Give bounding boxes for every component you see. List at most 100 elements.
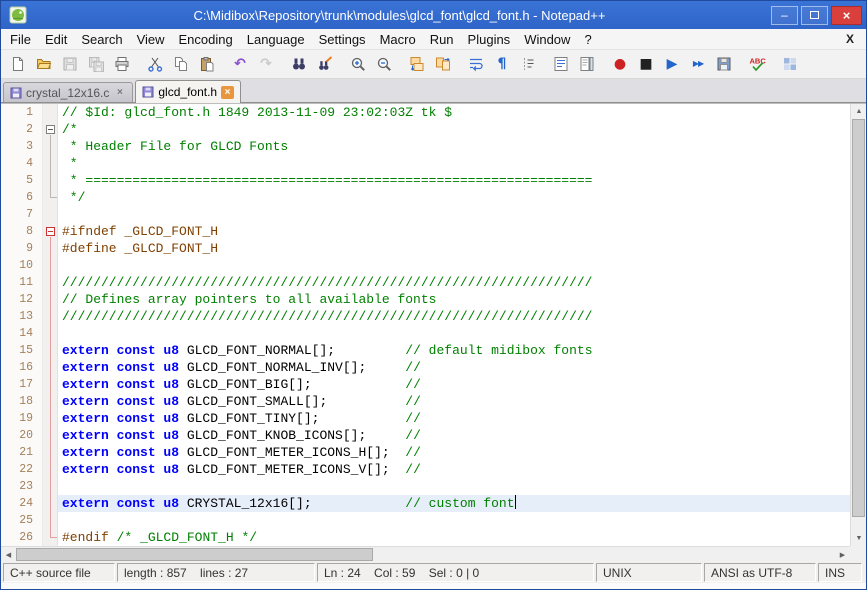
code-text[interactable]: extern const u8 GLCD_FONT_TINY[]; // bbox=[58, 410, 850, 427]
tab-crystal-12x16-c[interactable]: crystal_12x16.c× bbox=[3, 82, 133, 102]
line-number[interactable]: 18 bbox=[1, 393, 43, 410]
scroll-up-button[interactable]: ▲ bbox=[851, 104, 866, 119]
code-text[interactable]: * Header File for GLCD Fonts bbox=[58, 138, 850, 155]
scroll-left-button[interactable]: ◀ bbox=[1, 547, 16, 562]
code-text[interactable]: extern const u8 GLCD_FONT_SMALL[]; // bbox=[58, 393, 850, 410]
menu-item-file[interactable]: File bbox=[3, 29, 38, 49]
line-number[interactable]: 7 bbox=[1, 206, 43, 223]
line-number[interactable]: 23 bbox=[1, 478, 43, 495]
line-number[interactable]: 8 bbox=[1, 223, 43, 240]
line-number[interactable]: 5 bbox=[1, 172, 43, 189]
toolbar-playback-macro-button[interactable]: ▶ bbox=[660, 52, 684, 76]
toolbar-paste-button[interactable] bbox=[195, 52, 219, 76]
tab-glcd-font-h[interactable]: glcd_font.h× bbox=[135, 80, 241, 103]
tab-close-icon[interactable]: × bbox=[221, 86, 234, 99]
menu-item-macro[interactable]: Macro bbox=[373, 29, 423, 49]
code-text[interactable]: // Defines array pointers to all availab… bbox=[58, 291, 850, 308]
fold-toggle-icon[interactable] bbox=[43, 223, 58, 240]
line-number[interactable]: 13 bbox=[1, 308, 43, 325]
code-text[interactable]: #ifndef _GLCD_FONT_H bbox=[58, 223, 850, 240]
menu-item-window[interactable]: Window bbox=[517, 29, 577, 49]
line-number[interactable]: 2 bbox=[1, 121, 43, 138]
line-number[interactable]: 20 bbox=[1, 427, 43, 444]
vertical-scrollbar-thumb[interactable] bbox=[852, 119, 865, 517]
code-text[interactable] bbox=[58, 325, 850, 342]
line-number[interactable]: 22 bbox=[1, 461, 43, 478]
toolbar-show-all-characters-button[interactable]: ¶ bbox=[490, 52, 514, 76]
toolbar-start-recording-button[interactable]: ● bbox=[608, 52, 632, 76]
code-text[interactable]: #define _GLCD_FONT_H bbox=[58, 240, 850, 257]
code-text[interactable]: // $Id: glcd_font.h 1849 2013-11-09 23:0… bbox=[58, 104, 850, 121]
title-bar[interactable]: C:\Midibox\Repository\trunk\modules\glcd… bbox=[1, 1, 866, 29]
code-text[interactable]: extern const u8 GLCD_FONT_KNOB_ICONS[]; … bbox=[58, 427, 850, 444]
fold-toggle-icon[interactable] bbox=[43, 121, 58, 138]
toolbar-undo-button[interactable]: ↶ bbox=[228, 52, 252, 76]
line-number[interactable]: 14 bbox=[1, 325, 43, 342]
toolbar-run-macro-multiple-times-button[interactable]: ▶▶ bbox=[686, 52, 710, 76]
code-text[interactable]: * bbox=[58, 155, 850, 172]
code-text[interactable]: extern const u8 GLCD_FONT_NORMAL[]; // d… bbox=[58, 342, 850, 359]
line-number[interactable]: 9 bbox=[1, 240, 43, 257]
menu-item-view[interactable]: View bbox=[130, 29, 172, 49]
code-text[interactable]: extern const u8 GLCD_FONT_BIG[]; // bbox=[58, 376, 850, 393]
toolbar-find-button[interactable] bbox=[287, 52, 311, 76]
horizontal-scrollbar[interactable]: ◀ ▶ bbox=[1, 546, 850, 562]
menu-item-help[interactable]: ? bbox=[577, 29, 598, 49]
toolbar-zoom-out-button[interactable] bbox=[372, 52, 396, 76]
toolbar-document-map-button[interactable] bbox=[575, 52, 599, 76]
scroll-right-button[interactable]: ▶ bbox=[835, 547, 850, 562]
line-number[interactable]: 4 bbox=[1, 155, 43, 172]
maximize-button[interactable] bbox=[801, 6, 828, 25]
line-number[interactable]: 24 bbox=[1, 495, 43, 512]
line-number[interactable]: 10 bbox=[1, 257, 43, 274]
toolbar-sync-vertical-scrolling-button[interactable] bbox=[405, 52, 429, 76]
line-number[interactable]: 1 bbox=[1, 104, 43, 121]
code-text[interactable]: * ======================================… bbox=[58, 172, 850, 189]
line-number[interactable]: 6 bbox=[1, 189, 43, 206]
line-number[interactable]: 21 bbox=[1, 444, 43, 461]
close-button[interactable]: × bbox=[831, 6, 862, 25]
menu-item-run[interactable]: Run bbox=[423, 29, 461, 49]
toolbar-copy-button[interactable] bbox=[169, 52, 193, 76]
scroll-down-button[interactable]: ▼ bbox=[851, 531, 866, 546]
toolbar-open-file-button[interactable] bbox=[32, 52, 56, 76]
code-text[interactable]: extern const u8 CRYSTAL_12x16[]; // cust… bbox=[58, 495, 850, 512]
toolbar-show-indent-guide-button[interactable] bbox=[516, 52, 540, 76]
menu-item-settings[interactable]: Settings bbox=[312, 29, 373, 49]
code-text[interactable]: ////////////////////////////////////////… bbox=[58, 274, 850, 291]
toolbar-replace-button[interactable] bbox=[313, 52, 337, 76]
menu-item-search[interactable]: Search bbox=[74, 29, 129, 49]
line-number[interactable]: 25 bbox=[1, 512, 43, 529]
toolbar-save-recorded-macro-button[interactable] bbox=[712, 52, 736, 76]
toolbar-function-list-button[interactable] bbox=[549, 52, 573, 76]
code-text[interactable]: /* bbox=[58, 121, 850, 138]
toolbar-print-button[interactable] bbox=[110, 52, 134, 76]
toolbar-sync-horizontal-scrolling-button[interactable] bbox=[431, 52, 455, 76]
line-number[interactable]: 12 bbox=[1, 291, 43, 308]
status-eol-format[interactable]: UNIX bbox=[596, 563, 702, 582]
line-number[interactable]: 15 bbox=[1, 342, 43, 359]
menu-item-edit[interactable]: Edit bbox=[38, 29, 74, 49]
toolbar-new-file-button[interactable] bbox=[6, 52, 30, 76]
code-lines[interactable]: 1 // $Id: glcd_font.h 1849 2013-11-09 23:… bbox=[1, 104, 850, 546]
toolbar-document-switcher-button[interactable] bbox=[778, 52, 802, 76]
code-text[interactable] bbox=[58, 512, 850, 529]
line-number[interactable]: 19 bbox=[1, 410, 43, 427]
code-text[interactable]: extern const u8 GLCD_FONT_METER_ICONS_V[… bbox=[58, 461, 850, 478]
code-text[interactable] bbox=[58, 478, 850, 495]
code-text[interactable]: extern const u8 GLCD_FONT_NORMAL_INV[]; … bbox=[58, 359, 850, 376]
code-text[interactable]: ////////////////////////////////////////… bbox=[58, 308, 850, 325]
vertical-scrollbar[interactable]: ▲ ▼ bbox=[850, 104, 866, 546]
code-text[interactable] bbox=[58, 206, 850, 223]
toolbar-spell-check-button[interactable]: ABC bbox=[745, 52, 769, 76]
tab-close-icon[interactable]: × bbox=[113, 86, 126, 99]
line-number[interactable]: 26 bbox=[1, 529, 43, 546]
code-text[interactable] bbox=[58, 257, 850, 274]
status-insert-mode[interactable]: INS bbox=[818, 563, 862, 582]
line-number[interactable]: 16 bbox=[1, 359, 43, 376]
line-number[interactable]: 17 bbox=[1, 376, 43, 393]
line-number[interactable]: 3 bbox=[1, 138, 43, 155]
line-number[interactable]: 11 bbox=[1, 274, 43, 291]
code-text[interactable]: */ bbox=[58, 189, 850, 206]
status-encoding[interactable]: ANSI as UTF-8 bbox=[704, 563, 816, 582]
